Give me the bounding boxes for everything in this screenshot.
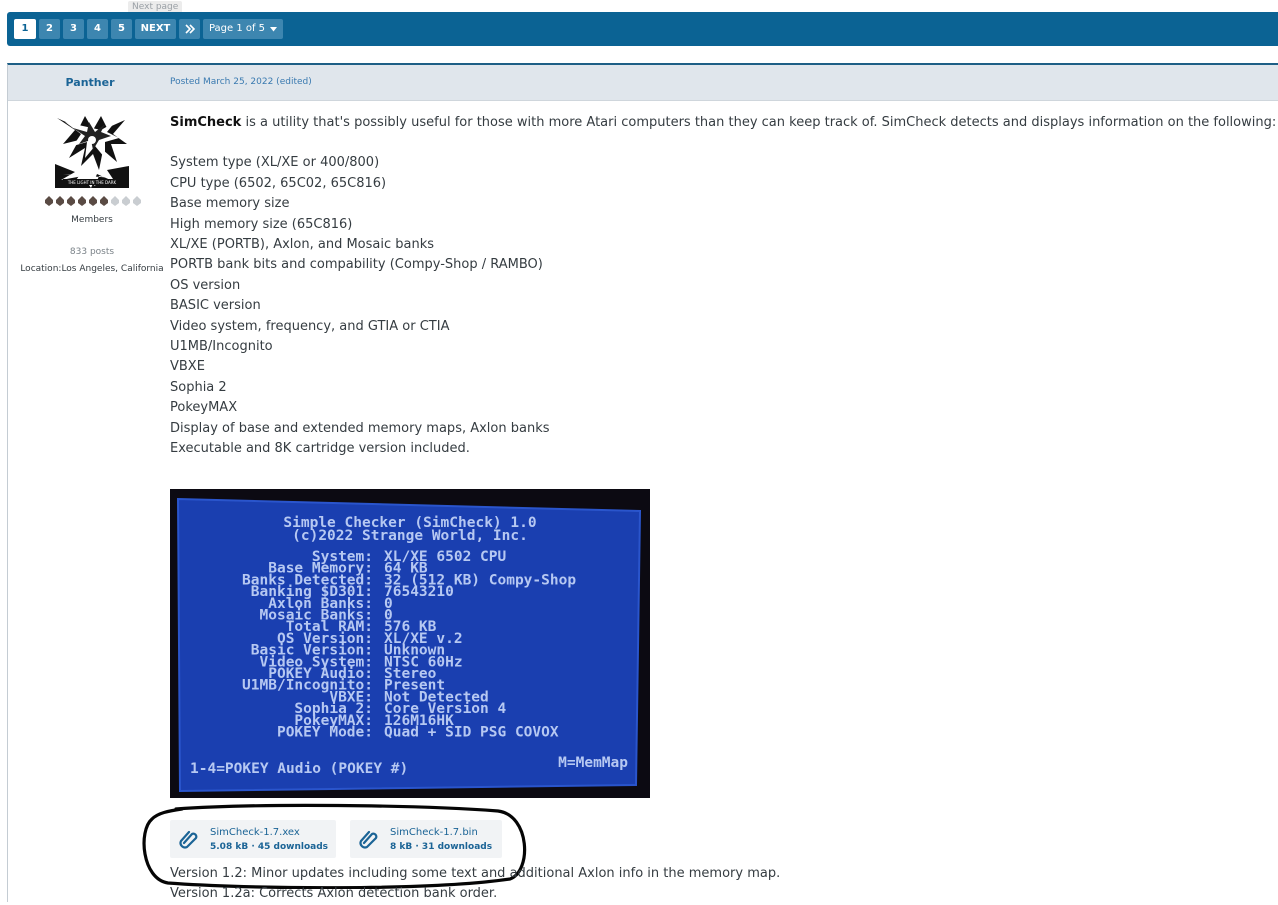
double-chevron-right-icon bbox=[184, 24, 195, 34]
page-5-button[interactable]: 5 bbox=[111, 19, 132, 39]
author-name-link[interactable]: Panther bbox=[8, 65, 172, 100]
attachment-name: SimCheck-1.7.xex bbox=[210, 827, 300, 838]
list-item: Sophia 2 bbox=[170, 379, 227, 395]
screen-footer-right: M=MemMap bbox=[558, 755, 628, 771]
list-item: Video system, frequency, and GTIA or CTI… bbox=[170, 318, 450, 334]
screen-row-label: POKEY Mode: bbox=[277, 725, 373, 741]
screen-title-2: (c)2022 Strange World, Inc. bbox=[292, 528, 528, 544]
avatar-image: THE LIGHT IN THE DARK bbox=[55, 114, 129, 188]
screen-row-value: Quad + SID PSG COVOX bbox=[384, 725, 559, 741]
list-item: System type (XL/XE or 400/800) bbox=[170, 155, 380, 171]
intro-text: is a utility that's possibly useful for … bbox=[241, 115, 1277, 130]
list-item: Base memory size bbox=[170, 196, 290, 212]
forum-post: Panther Posted March 25, 2022 (edited) T… bbox=[7, 63, 1278, 902]
page-3-button[interactable]: 3 bbox=[63, 19, 84, 39]
intro-bold: SimCheck bbox=[170, 115, 242, 130]
rank-pips bbox=[44, 196, 144, 208]
list-item: Display of base and extended memory maps… bbox=[170, 420, 550, 436]
rank-pip-filled-icon bbox=[78, 196, 86, 206]
feature-list: System type (XL/XE or 400/800) CPU type … bbox=[170, 153, 1278, 459]
attachment-name: SimCheck-1.7.bin bbox=[390, 827, 478, 838]
list-item: PokeyMAX bbox=[170, 400, 238, 416]
list-item: PORTB bank bits and compability (Compy-S… bbox=[170, 257, 543, 273]
list-item: U1MB/Incognito bbox=[170, 339, 273, 355]
rank-pip-empty-icon bbox=[133, 196, 141, 206]
page-4-button[interactable]: 4 bbox=[87, 19, 108, 39]
page-of-label: Page 1 of 5 bbox=[208, 23, 266, 34]
next-page-button[interactable]: NEXT bbox=[135, 19, 176, 39]
location-label: Location: bbox=[20, 264, 62, 274]
rank-pip-filled-icon bbox=[56, 196, 64, 206]
page-1-button[interactable]: 1 bbox=[14, 19, 36, 39]
member-group: Members bbox=[71, 215, 113, 225]
list-item: CPU type (6502, 65C02, 65C816) bbox=[170, 175, 387, 191]
list-item: VBXE bbox=[170, 359, 205, 375]
caret-down-icon bbox=[270, 26, 278, 31]
rank-pip-filled-icon bbox=[45, 196, 53, 206]
page-jump-dropdown[interactable]: Page 1 of 5 bbox=[203, 19, 283, 39]
post-date-link[interactable]: Posted March 25, 2022 (edited) bbox=[170, 65, 312, 100]
attachment-meta: 5.08 kB · 45 downloads bbox=[210, 842, 329, 852]
attachment-xex[interactable]: SimCheck-1.7.xex 5.08 kB · 45 downloads bbox=[170, 820, 336, 858]
post-content: SimCheck is a utility that's possibly us… bbox=[170, 113, 1278, 460]
list-item: Executable and 8K cartridge version incl… bbox=[170, 441, 470, 457]
post-header: Panther Posted March 25, 2022 (edited) bbox=[8, 65, 1278, 101]
paperclip-icon bbox=[359, 830, 378, 849]
svg-text:THE LIGHT IN THE DARK: THE LIGHT IN THE DARK bbox=[67, 180, 117, 185]
version-notes: Version 1.2: Minor updates including som… bbox=[170, 864, 780, 905]
rank-pip-empty-icon bbox=[111, 196, 119, 206]
rank-pip-filled-icon bbox=[89, 196, 97, 206]
rank-pip-filled-icon bbox=[67, 196, 75, 206]
screen-row-value: 76543210 bbox=[384, 584, 454, 600]
post-count: 833 posts bbox=[69, 247, 115, 257]
avatar[interactable]: THE LIGHT IN THE DARK bbox=[55, 114, 129, 188]
page-2-button[interactable]: 2 bbox=[39, 19, 60, 39]
list-item: OS version bbox=[170, 277, 241, 293]
post-intro: SimCheck is a utility that's possibly us… bbox=[170, 113, 1278, 133]
attachment-bin[interactable]: SimCheck-1.7.bin 8 kB · 31 downloads bbox=[350, 820, 502, 858]
location-value: Los Angeles, California bbox=[61, 264, 164, 274]
author-location: Location:Los Angeles, California bbox=[8, 262, 176, 277]
last-page-button[interactable] bbox=[179, 19, 200, 39]
list-item: XL/XE (PORTB), Axlon, and Mosaic banks bbox=[170, 237, 435, 253]
rank-pip-empty-icon bbox=[122, 196, 130, 206]
list-item: High memory size (65C816) bbox=[170, 216, 353, 232]
simcheck-screenshot[interactable]: Simple Checker (SimCheck) 1.0 (c)2022 St… bbox=[170, 489, 650, 798]
screen-footer-left: 1-4=POKEY Audio (POKEY #) bbox=[190, 761, 408, 777]
rank-pip-filled-icon bbox=[100, 196, 108, 206]
version-note: Version 1.2: Minor updates including som… bbox=[170, 866, 781, 881]
atari-screen-image: Simple Checker (SimCheck) 1.0 (c)2022 St… bbox=[170, 489, 650, 798]
attachment-meta: 8 kB · 31 downloads bbox=[390, 842, 493, 852]
paperclip-icon bbox=[179, 830, 198, 849]
list-item: BASIC version bbox=[170, 298, 261, 314]
pagination-bar: 1 2 3 4 5 NEXT Page 1 of 5 bbox=[7, 12, 1278, 46]
